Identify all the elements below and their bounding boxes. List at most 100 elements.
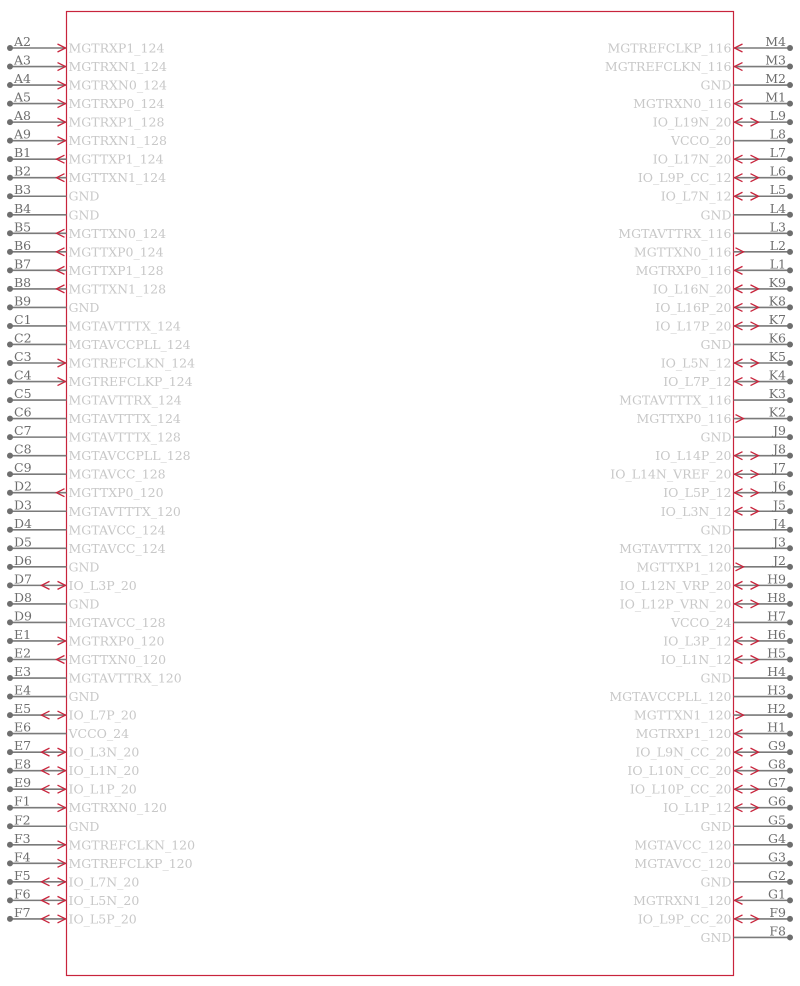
pin-endpoint-dot[interactable] [787, 619, 793, 626]
pin-endpoint-dot[interactable] [787, 897, 793, 904]
pin-endpoint-dot[interactable] [7, 193, 13, 200]
pin-A3[interactable]: A3 MGTRXN1_124 [7, 53, 167, 75]
pin-endpoint-dot[interactable] [7, 415, 13, 422]
pin-endpoint-dot[interactable] [787, 211, 793, 218]
pin-C4[interactable]: C4 MGTREFCLKP_124 [7, 368, 193, 390]
pin-endpoint-dot[interactable] [787, 137, 793, 144]
pin-endpoint-dot[interactable] [787, 656, 793, 663]
pin-endpoint-dot[interactable] [787, 434, 793, 441]
pin-endpoint-dot[interactable] [787, 360, 793, 367]
pin-endpoint-dot[interactable] [7, 397, 13, 404]
pin-endpoint-dot[interactable] [7, 304, 13, 311]
pin-endpoint-dot[interactable] [787, 563, 793, 570]
pin-endpoint-dot[interactable] [787, 860, 793, 867]
pin-endpoint-dot[interactable] [7, 434, 13, 441]
pin-endpoint-dot[interactable] [787, 545, 793, 552]
pin-H3[interactable]: H3 MGTAVCCPLL_120 [609, 683, 793, 705]
pin-K2[interactable]: K2 MGTTXP0_116 [636, 405, 793, 427]
pin-C1[interactable]: C1 MGTAVTTTX_124 [7, 312, 181, 334]
pin-endpoint-dot[interactable] [787, 471, 793, 478]
pin-endpoint-dot[interactable] [7, 285, 13, 292]
pin-endpoint-dot[interactable] [787, 934, 793, 941]
pin-C5[interactable]: C5 MGTAVTTRX_124 [7, 386, 182, 408]
pin-endpoint-dot[interactable] [787, 248, 793, 255]
pin-C3[interactable]: C3 MGTREFCLKN_124 [7, 349, 195, 371]
pin-endpoint-dot[interactable] [787, 63, 793, 70]
pin-endpoint-dot[interactable] [787, 489, 793, 496]
pin-endpoint-dot[interactable] [787, 82, 793, 89]
pin-endpoint-dot[interactable] [787, 267, 793, 274]
pin-endpoint-dot[interactable] [787, 285, 793, 292]
pin-endpoint-dot[interactable] [787, 100, 793, 107]
pin-D3[interactable]: D3 MGTAVTTTX_120 [7, 497, 181, 519]
pin-endpoint-dot[interactable] [7, 656, 13, 663]
pin-endpoint-dot[interactable] [7, 267, 13, 274]
pin-endpoint-dot[interactable] [787, 526, 793, 533]
pin-endpoint-dot[interactable] [7, 489, 13, 496]
pin-endpoint-dot[interactable] [787, 45, 793, 51]
pin-endpoint-dot[interactable] [787, 693, 793, 700]
pin-endpoint-dot[interactable] [7, 230, 13, 237]
pin-endpoint-dot[interactable] [7, 63, 13, 70]
pin-endpoint-dot[interactable] [787, 767, 793, 774]
pin-endpoint-dot[interactable] [7, 712, 13, 719]
pin-endpoint-dot[interactable] [787, 230, 793, 237]
pin-endpoint-dot[interactable] [787, 304, 793, 311]
pin-J3[interactable]: J3 MGTAVTTTX_120 [619, 534, 793, 556]
pin-endpoint-dot[interactable] [787, 415, 793, 422]
pin-endpoint-dot[interactable] [787, 341, 793, 348]
pin-endpoint-dot[interactable] [7, 378, 13, 385]
pin-F1[interactable]: F1 MGTRXN0_120 [7, 794, 167, 816]
pin-endpoint-dot[interactable] [7, 600, 13, 607]
pin-endpoint-dot[interactable] [787, 119, 793, 126]
pin-endpoint-dot[interactable] [787, 675, 793, 682]
pin-C7[interactable]: C7 MGTAVTTTX_128 [7, 423, 181, 445]
pin-endpoint-dot[interactable] [787, 823, 793, 830]
pin-endpoint-dot[interactable] [7, 619, 13, 626]
pin-endpoint-dot[interactable] [787, 637, 793, 644]
pin-C6[interactable]: C6 MGTAVTTTX_124 [7, 405, 181, 427]
pin-endpoint-dot[interactable] [7, 100, 13, 107]
pin-endpoint-dot[interactable] [787, 915, 793, 922]
pin-endpoint-dot[interactable] [787, 174, 793, 181]
pin-endpoint-dot[interactable] [7, 471, 13, 478]
pin-endpoint-dot[interactable] [787, 322, 793, 329]
pin-endpoint-dot[interactable] [787, 193, 793, 200]
pin-endpoint-dot[interactable] [7, 675, 13, 682]
pin-L3[interactable]: L3 MGTAVTTRX_116 [618, 219, 793, 241]
pin-J7[interactable]: J7 IO_L14N_VREF_20 [610, 460, 793, 482]
pin-endpoint-dot[interactable] [7, 45, 13, 51]
pin-endpoint-dot[interactable] [7, 860, 13, 867]
pin-endpoint-dot[interactable] [7, 730, 13, 737]
pin-endpoint-dot[interactable] [7, 841, 13, 848]
pin-F3[interactable]: F3 MGTREFCLKN_120 [7, 831, 195, 853]
pin-F8[interactable]: F8 GND [701, 923, 793, 945]
pin-endpoint-dot[interactable] [787, 508, 793, 515]
pin-endpoint-dot[interactable] [7, 322, 13, 329]
pin-C8[interactable]: C8 MGTAVCCPLL_128 [7, 442, 191, 464]
pin-endpoint-dot[interactable] [787, 841, 793, 848]
pin-endpoint-dot[interactable] [7, 248, 13, 255]
pin-endpoint-dot[interactable] [7, 156, 13, 163]
pin-endpoint-dot[interactable] [7, 637, 13, 644]
pin-endpoint-dot[interactable] [787, 600, 793, 607]
pin-endpoint-dot[interactable] [7, 211, 13, 218]
pin-endpoint-dot[interactable] [7, 119, 13, 126]
pin-F4[interactable]: F4 MGTREFCLKP_120 [7, 849, 193, 871]
pin-K3[interactable]: K3 MGTAVTTTX_116 [619, 386, 793, 408]
pin-endpoint-dot[interactable] [7, 526, 13, 533]
pin-endpoint-dot[interactable] [7, 878, 13, 885]
pin-endpoint-dot[interactable] [7, 897, 13, 904]
pin-F7[interactable]: F7 IO_L5P_20 [7, 905, 137, 927]
pin-endpoint-dot[interactable] [787, 749, 793, 756]
pin-endpoint-dot[interactable] [7, 341, 13, 348]
pin-endpoint-dot[interactable] [787, 397, 793, 404]
pin-C2[interactable]: C2 MGTAVCCPLL_124 [7, 330, 191, 352]
pin-endpoint-dot[interactable] [787, 786, 793, 793]
pin-endpoint-dot[interactable] [7, 563, 13, 570]
pin-endpoint-dot[interactable] [7, 360, 13, 367]
pin-endpoint-dot[interactable] [7, 693, 13, 700]
pin-endpoint-dot[interactable] [787, 804, 793, 811]
pin-endpoint-dot[interactable] [787, 730, 793, 737]
pin-endpoint-dot[interactable] [787, 452, 793, 459]
